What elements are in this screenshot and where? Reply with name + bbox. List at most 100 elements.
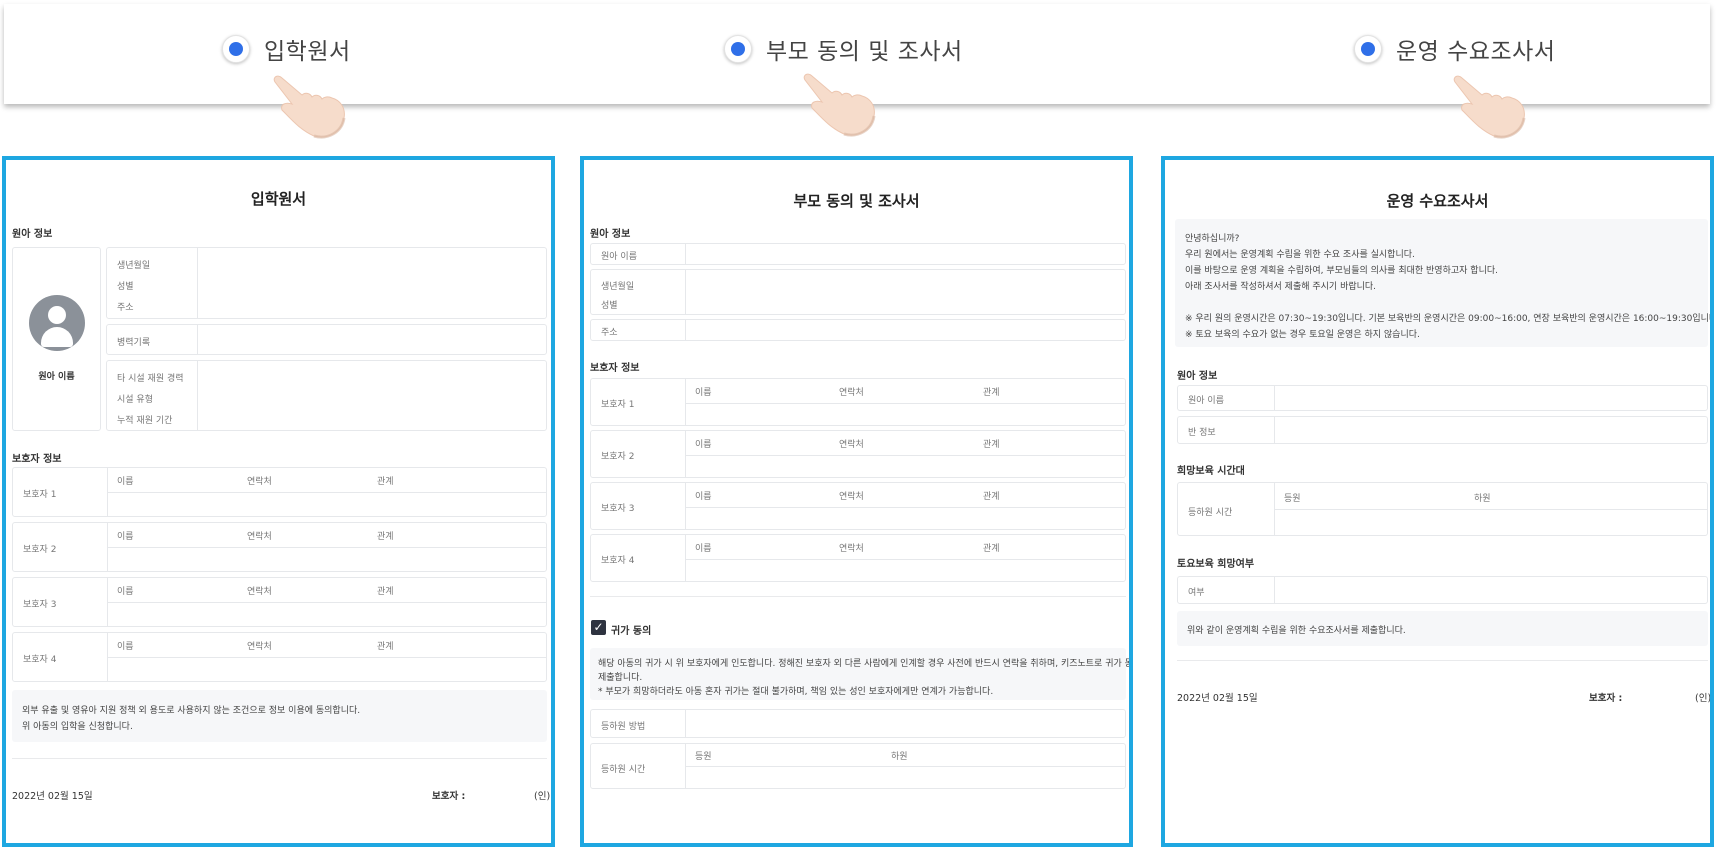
guardian-row[interactable]: 보호자 1 이름 연락처 관계 xyxy=(12,467,547,517)
leave-label: 하원 xyxy=(891,752,908,762)
guardian-row[interactable]: 보호자 4 이름 연락처 관계 xyxy=(590,534,1126,582)
birth-gender-address-field[interactable]: 생년월일 성별 주소 xyxy=(106,247,547,319)
operation-survey-panel: 운영 수요조사서 안녕하십니까? 우리 원에서는 운영계획 수립을 위한 수요 … xyxy=(1161,156,1714,847)
guardian-label: 보호자 2 xyxy=(23,545,57,555)
pointing-hand-icon xyxy=(1453,75,1526,139)
radio-selected-dot xyxy=(229,42,243,56)
gender-label: 성별 xyxy=(117,282,134,292)
guardian-sign-label: 보호자 : xyxy=(1589,693,1623,704)
commute-time-field[interactable]: 등하원 시간 등원 하원 xyxy=(1177,482,1708,536)
gender-label: 성별 xyxy=(601,301,618,311)
tab-admission[interactable]: 입학원서 xyxy=(222,32,351,66)
col-name-label: 이름 xyxy=(117,642,134,652)
guardian-row[interactable]: 보호자 3 이름 연락처 관계 xyxy=(590,482,1126,530)
notice-line: 제출합니다. xyxy=(598,673,643,683)
intro-line: 우리 원에서는 운영계획 수립을 위한 수요 조사를 실시합니다. xyxy=(1185,250,1415,260)
tab-label: 운영 수요조사서 xyxy=(1396,39,1556,65)
facility-history-field[interactable]: 타 시설 재원 경력 시설 유형 누적 재원 기간 xyxy=(106,360,547,431)
section-title-child: 원아 정보 xyxy=(1177,371,1218,382)
section-title-saturday: 토요보육 희망여부 xyxy=(1177,559,1255,570)
col-relation-label: 관계 xyxy=(983,440,1000,450)
guardian-row[interactable]: 보호자 3 이름 연락처 관계 xyxy=(12,577,547,627)
tab-label: 부모 동의 및 조사서 xyxy=(766,39,963,65)
checkbox-label: 귀가 동의 xyxy=(611,626,652,637)
col-name-label: 이름 xyxy=(695,544,712,554)
divider xyxy=(1177,660,1708,661)
col-name-label: 이름 xyxy=(695,388,712,398)
col-relation-label: 관계 xyxy=(983,388,1000,398)
class-label: 반 정보 xyxy=(1188,428,1216,438)
notice-line: 해당 아동의 귀가 시 위 보호자에게 인도합니다. 정해진 보호자 외 다른 … xyxy=(598,659,1133,669)
divider xyxy=(590,596,1126,597)
col-contact-label: 연락처 xyxy=(247,587,272,597)
method-label: 등하원 방법 xyxy=(601,722,646,732)
col-relation-label: 관계 xyxy=(377,642,394,652)
form-title: 부모 동의 및 조사서 xyxy=(793,192,920,210)
medical-record-field[interactable]: 병력기록 xyxy=(106,324,547,355)
section-title-child: 원아 정보 xyxy=(12,229,53,240)
medical-label: 병력기록 xyxy=(117,338,151,348)
consent-line: 위 아동의 입학을 신청합니다. xyxy=(22,722,133,732)
guardian-label: 보호자 2 xyxy=(601,452,635,462)
section-title-time: 희망보육 시간대 xyxy=(1177,466,1245,477)
guardian-label: 보호자 3 xyxy=(601,504,635,514)
child-name-field[interactable]: 원아 이름 xyxy=(590,243,1126,265)
radio-button[interactable] xyxy=(1354,35,1382,63)
pointing-hand-icon xyxy=(273,75,346,139)
col-relation-label: 관계 xyxy=(983,544,1000,554)
child-name-label: 원아 이름 xyxy=(38,372,75,382)
time-label: 등하원 시간 xyxy=(601,765,646,775)
commute-method-field[interactable]: 등하원 방법 xyxy=(590,709,1126,738)
intro-line: 아래 조사서를 작성하셔서 제출해 주시기 바랍니다. xyxy=(1185,282,1377,292)
submit-notice: 위와 같이 운영계획 수립을 위한 수요조사서를 제출합니다. xyxy=(1177,611,1708,646)
guardian-label: 보호자 3 xyxy=(23,600,57,610)
section-title-guardian: 보호자 정보 xyxy=(12,454,62,465)
leave-label: 하원 xyxy=(1474,494,1491,504)
child-photo-box[interactable]: 원아 이름 xyxy=(12,247,101,431)
col-name-label: 이름 xyxy=(117,532,134,542)
date-text: 2022년 02월 15일 xyxy=(1177,693,1258,704)
date-text: 2022년 02월 15일 xyxy=(12,791,93,802)
guardian-row[interactable]: 보호자 4 이름 연락처 관계 xyxy=(12,632,547,682)
pickup-notice: 해당 아동의 귀가 시 위 보호자에게 인도합니다. 정해진 보호자 외 다른 … xyxy=(590,648,1129,700)
intro-line: 이를 바탕으로 운영 계획을 수립하여, 부모님들의 의사를 최대한 반영하고자… xyxy=(1185,266,1498,276)
tab-operation-survey[interactable]: 운영 수요조사서 xyxy=(1354,32,1555,66)
facility-history-label: 타 시설 재원 경력 xyxy=(117,374,184,384)
col-contact-label: 연락처 xyxy=(839,388,864,398)
arrive-label: 등원 xyxy=(695,752,712,762)
saturday-label: 여부 xyxy=(1188,588,1205,598)
arrive-label: 등원 xyxy=(1284,494,1301,504)
col-name-label: 이름 xyxy=(117,477,134,487)
saturday-field[interactable]: 여부 xyxy=(1177,576,1708,604)
child-name-field[interactable]: 원아 이름 xyxy=(1177,385,1708,411)
form-title: 입학원서 xyxy=(250,190,307,208)
col-name-label: 이름 xyxy=(695,492,712,502)
col-name-label: 이름 xyxy=(695,440,712,450)
address-label: 주소 xyxy=(601,328,618,338)
notice-line: * 부모가 희망하더라도 아동 혼자 귀가는 절대 불가하며, 책임 있는 성인… xyxy=(598,687,994,697)
admission-form-panel: 입학원서 원아 정보 원아 이름 생년월일 성별 주소 병력기록 타 시설 재원… xyxy=(2,156,555,847)
radio-button[interactable] xyxy=(724,35,752,63)
submit-line: 위와 같이 운영계획 수립을 위한 수요조사서를 제출합니다. xyxy=(1187,626,1406,636)
class-info-field[interactable]: 반 정보 xyxy=(1177,416,1708,444)
col-relation-label: 관계 xyxy=(377,477,394,487)
address-label: 주소 xyxy=(117,303,134,313)
col-relation-label: 관계 xyxy=(377,532,394,542)
checkbox-pickup-consent[interactable]: ✓ xyxy=(591,620,606,635)
col-relation-label: 관계 xyxy=(377,587,394,597)
commute-time-field[interactable]: 등하원 시간 등원 하원 xyxy=(590,743,1126,789)
guardian-row[interactable]: 보호자 1 이름 연락처 관계 xyxy=(590,378,1126,426)
parent-consent-panel: 부모 동의 및 조사서 원아 정보 원아 이름 생년월일 성별 주소 보호자 정… xyxy=(580,156,1133,847)
avatar xyxy=(29,295,85,351)
birth-gender-field[interactable]: 생년월일 성별 xyxy=(590,269,1126,315)
col-contact-label: 연락처 xyxy=(247,532,272,542)
tab-parent-consent[interactable]: 부모 동의 및 조사서 xyxy=(724,32,963,66)
address-field[interactable]: 주소 xyxy=(590,319,1126,341)
guardian-row[interactable]: 보호자 2 이름 연락처 관계 xyxy=(590,430,1126,478)
col-contact-label: 연락처 xyxy=(247,477,272,487)
col-contact-label: 연락처 xyxy=(247,642,272,652)
radio-button[interactable] xyxy=(222,35,250,63)
seal-label: (인) xyxy=(1695,693,1712,704)
guardian-row[interactable]: 보호자 2 이름 연락처 관계 xyxy=(12,522,547,572)
consent-line: 외부 유출 및 영유아 지원 정책 외 용도로 사용하지 않는 조건으로 정보 … xyxy=(22,706,361,716)
